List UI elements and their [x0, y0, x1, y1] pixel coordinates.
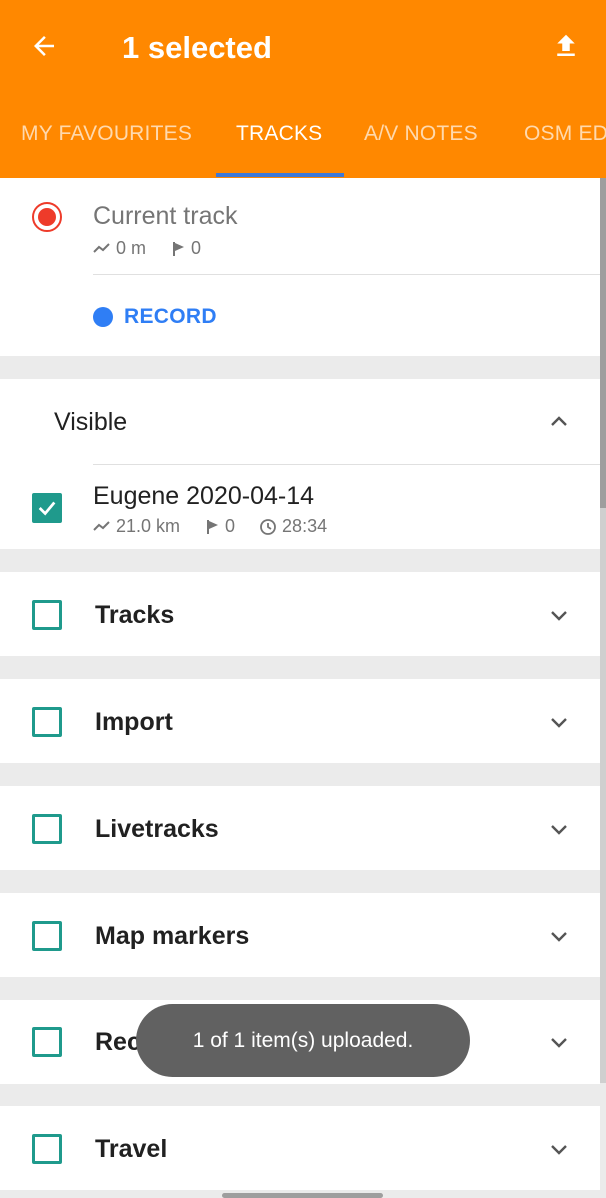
- track-checkbox[interactable]: [32, 493, 62, 523]
- chevron-down-icon[interactable]: [544, 1027, 574, 1057]
- upload-icon: [557, 34, 575, 56]
- chevron-down-icon[interactable]: [544, 707, 574, 737]
- group-label-rec: Rec: [95, 1028, 141, 1056]
- group-label-travel: Travel: [95, 1135, 168, 1163]
- chevron-down-icon[interactable]: [544, 600, 574, 630]
- current-track-distance: 0 m: [116, 238, 147, 258]
- toast-message: 1 of 1 item(s) uploaded.: [192, 1028, 414, 1052]
- distance-icon: [93, 520, 111, 534]
- track-waypoints: 0: [225, 516, 236, 536]
- group-label-livetracks: Livetracks: [95, 815, 219, 843]
- group-card-map-markers[interactable]: [0, 893, 600, 977]
- waypoint-flag-icon: [206, 519, 220, 535]
- upload-toast: 1 of 1 item(s) uploaded.: [136, 1004, 470, 1077]
- tab-av-notes[interactable]: A/V NOTES: [364, 122, 478, 146]
- clock-icon: [259, 518, 277, 536]
- group-label-tracks: Tracks: [95, 601, 175, 629]
- chevron-down-icon[interactable]: [544, 1134, 574, 1164]
- distance-icon: [93, 242, 111, 256]
- group-checkbox-import[interactable]: [32, 707, 62, 737]
- track-distance: 21.0 km: [116, 516, 181, 536]
- visible-section-title[interactable]: Visible: [54, 408, 127, 437]
- track-duration: 28:34: [282, 516, 328, 536]
- divider: [93, 464, 600, 465]
- recording-icon: [32, 202, 62, 232]
- group-checkbox-travel[interactable]: [32, 1134, 62, 1164]
- current-track-waypoints: 0: [191, 238, 202, 258]
- tab-my-favourites[interactable]: MY FAVOURITES: [21, 122, 192, 146]
- arrow-back-icon: [34, 36, 54, 56]
- upload-button[interactable]: [544, 24, 588, 68]
- track-name[interactable]: Eugene 2020-04-14: [93, 482, 314, 511]
- group-checkbox-map-markers[interactable]: [32, 921, 62, 951]
- chevron-up-icon[interactable]: [544, 407, 574, 437]
- tab-bar: MY FAVOURITES TRACKS A/V NOTES OSM ED: [0, 92, 606, 178]
- waypoint-flag-icon: [172, 241, 186, 257]
- group-checkbox-livetracks[interactable]: [32, 814, 62, 844]
- track-meta: 21.0 km 0 28:34: [93, 516, 327, 537]
- record-button[interactable]: RECORD: [93, 303, 217, 331]
- chevron-down-icon[interactable]: [544, 921, 574, 951]
- scrollbar-thumb[interactable]: [600, 178, 606, 508]
- group-label-map-markers: Map markers: [95, 922, 250, 950]
- current-track-card: [0, 178, 600, 356]
- group-card-tracks[interactable]: [0, 572, 600, 656]
- record-label: RECORD: [124, 305, 217, 328]
- divider: [93, 274, 600, 275]
- group-checkbox-tracks[interactable]: [32, 600, 62, 630]
- back-button[interactable]: [22, 24, 66, 68]
- group-label-import: Import: [95, 708, 173, 736]
- current-track-title[interactable]: Current track: [93, 202, 237, 231]
- selection-title: 1 selected: [122, 30, 272, 65]
- group-card-travel[interactable]: [0, 1106, 600, 1190]
- home-indicator[interactable]: [222, 1193, 383, 1198]
- tab-osm-edits[interactable]: OSM ED: [524, 122, 606, 146]
- tab-tracks[interactable]: TRACKS: [236, 122, 322, 146]
- check-icon: [38, 501, 56, 516]
- group-card-import[interactable]: [0, 679, 600, 763]
- app-bar: 1 selected MY FAVOURITES TRACKS A/V NOTE…: [0, 0, 606, 178]
- current-track-meta: 0 m 0: [93, 238, 201, 259]
- tab-indicator: [216, 173, 344, 177]
- record-dot-icon: [93, 307, 113, 327]
- group-checkbox-rec[interactable]: [32, 1027, 62, 1057]
- group-card-livetracks[interactable]: [0, 786, 600, 870]
- chevron-down-icon[interactable]: [544, 814, 574, 844]
